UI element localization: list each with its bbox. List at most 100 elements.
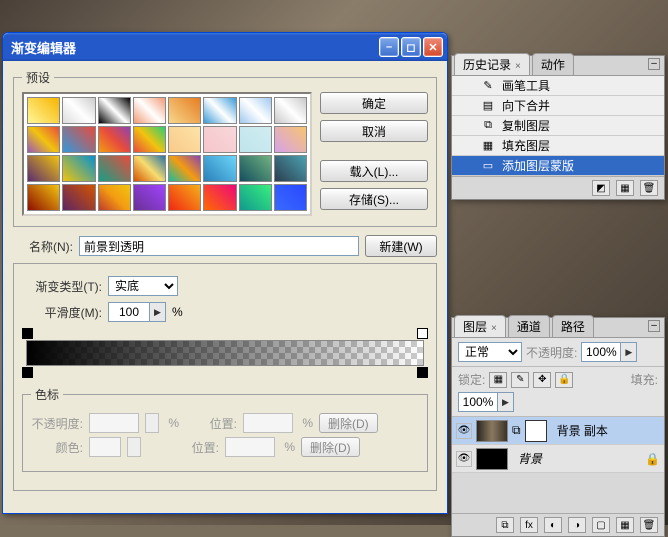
folder-icon[interactable]: ▢ — [592, 517, 610, 533]
arrow-icon[interactable]: ▶ — [498, 392, 514, 412]
link-icon[interactable]: ⧉ — [512, 423, 521, 438]
layer-name[interactable]: 背景 副本 — [557, 422, 608, 439]
opacity-stop-left[interactable] — [22, 328, 33, 339]
preset-swatch[interactable] — [203, 184, 236, 211]
spin-arrow-icon[interactable]: ▶ — [150, 302, 166, 322]
preset-swatch[interactable] — [203, 155, 236, 182]
fx-icon[interactable]: fx — [520, 517, 538, 533]
new-snapshot-button[interactable]: ▦ — [616, 180, 634, 196]
preset-swatch[interactable] — [168, 126, 201, 153]
preset-swatch[interactable] — [27, 155, 60, 182]
tab-history[interactable]: 历史记录× — [454, 53, 530, 75]
type-select[interactable]: 实底 — [108, 276, 178, 296]
preset-swatch[interactable] — [62, 97, 95, 124]
preset-swatch[interactable] — [133, 97, 166, 124]
history-step-icon: ✎ — [480, 79, 496, 93]
name-label: 名称(N): — [13, 238, 73, 255]
new-layer-icon[interactable]: ▦ — [616, 517, 634, 533]
history-item[interactable]: ▤向下合并 — [452, 96, 664, 116]
layer-row[interactable]: 👁 背景 🔒 — [452, 445, 664, 473]
lock-all-icon[interactable]: 🔒 — [555, 372, 573, 388]
preset-swatch[interactable] — [274, 184, 307, 211]
preset-swatches[interactable] — [22, 92, 312, 216]
preset-swatch[interactable] — [62, 184, 95, 211]
preset-swatch[interactable] — [62, 155, 95, 182]
visibility-icon[interactable]: 👁 — [456, 451, 472, 467]
preset-swatch[interactable] — [27, 184, 60, 211]
preset-swatch[interactable] — [239, 126, 272, 153]
preset-swatch[interactable] — [27, 126, 60, 153]
blend-mode-select[interactable]: 正常 — [458, 342, 522, 362]
minimize-button[interactable]: – — [379, 37, 399, 57]
preset-swatch[interactable] — [203, 126, 236, 153]
preset-swatch[interactable] — [203, 97, 236, 124]
load-button[interactable]: 载入(L)... — [320, 160, 428, 182]
preset-swatch[interactable] — [133, 155, 166, 182]
mask-icon[interactable]: ◐ — [544, 517, 562, 533]
preset-swatch[interactable] — [168, 97, 201, 124]
layer-thumb[interactable] — [476, 420, 508, 442]
opacity-stop-right[interactable] — [417, 328, 428, 339]
trash-icon[interactable]: 🗑 — [640, 180, 658, 196]
layer-opacity-input[interactable] — [581, 342, 621, 362]
history-item[interactable]: ▭添加图层蒙版 — [452, 156, 664, 176]
lock-paint-icon[interactable]: ✎ — [511, 372, 529, 388]
smooth-label: 平滑度(M): — [22, 304, 102, 321]
fill-input[interactable] — [458, 392, 498, 412]
tab-actions[interactable]: 动作 — [532, 53, 574, 75]
preset-swatch[interactable] — [168, 184, 201, 211]
tab-paths[interactable]: 路径 — [552, 315, 594, 337]
preset-swatch[interactable] — [168, 155, 201, 182]
panel-collapse-icon[interactable]: – — [648, 320, 660, 332]
preset-swatch[interactable] — [98, 155, 131, 182]
preset-swatch[interactable] — [133, 126, 166, 153]
name-input[interactable] — [79, 236, 359, 256]
lock-icon: 🔒 — [645, 452, 660, 466]
color-stop-left[interactable] — [22, 367, 33, 378]
tab-channels[interactable]: 通道 — [508, 315, 550, 337]
stops-group: 色标 不透明度: % 位置: % 删除(D) 颜色: 位置: % — [22, 386, 428, 472]
layer-thumb[interactable] — [476, 448, 508, 470]
gradient-bar[interactable] — [26, 340, 424, 366]
link-icon[interactable]: ⧉ — [496, 517, 514, 533]
preset-swatch[interactable] — [239, 155, 272, 182]
lock-transparent-icon[interactable]: ▦ — [489, 372, 507, 388]
preset-swatch[interactable] — [239, 184, 272, 211]
save-button[interactable]: 存储(S)... — [320, 188, 428, 210]
mask-thumb[interactable] — [525, 420, 547, 442]
history-snapshot-button[interactable]: ◩ — [592, 180, 610, 196]
cancel-button[interactable]: 取消 — [320, 120, 428, 142]
visibility-icon[interactable]: 👁 — [456, 423, 472, 439]
history-item[interactable]: ✎画笔工具 — [452, 76, 664, 96]
preset-swatch[interactable] — [274, 126, 307, 153]
maximize-button[interactable]: ◻ — [401, 37, 421, 57]
preset-swatch[interactable] — [239, 97, 272, 124]
preset-swatch[interactable] — [27, 97, 60, 124]
preset-swatch[interactable] — [133, 184, 166, 211]
preset-swatch[interactable] — [274, 97, 307, 124]
preset-swatch[interactable] — [98, 97, 131, 124]
preset-swatch[interactable] — [274, 155, 307, 182]
loc2-input — [225, 437, 275, 457]
adjust-icon[interactable]: ◑ — [568, 517, 586, 533]
preset-swatch[interactable] — [62, 126, 95, 153]
trash-icon[interactable]: 🗑 — [640, 517, 658, 533]
ok-button[interactable]: 确定 — [320, 92, 428, 114]
close-button[interactable]: ✕ — [423, 37, 443, 57]
tab-layers[interactable]: 图层× — [454, 315, 506, 337]
history-item[interactable]: ⧉复制图层 — [452, 116, 664, 136]
smooth-input[interactable] — [108, 302, 150, 322]
lock-move-icon[interactable]: ✥ — [533, 372, 551, 388]
arrow-icon[interactable]: ▶ — [621, 342, 637, 362]
layer-row[interactable]: 👁 ⧉ 背景 副本 — [452, 417, 664, 445]
layer-name[interactable]: 背景 — [518, 450, 542, 467]
close-tab-icon[interactable]: × — [515, 61, 521, 72]
close-tab-icon[interactable]: × — [491, 323, 497, 334]
color-stop-right[interactable] — [417, 367, 428, 378]
panel-collapse-icon[interactable]: – — [648, 58, 660, 70]
preset-swatch[interactable] — [98, 126, 131, 153]
new-button[interactable]: 新建(W) — [365, 235, 437, 257]
history-item[interactable]: ▦填充图层 — [452, 136, 664, 156]
titlebar[interactable]: 渐变编辑器 – ◻ ✕ — [3, 33, 447, 61]
preset-swatch[interactable] — [98, 184, 131, 211]
